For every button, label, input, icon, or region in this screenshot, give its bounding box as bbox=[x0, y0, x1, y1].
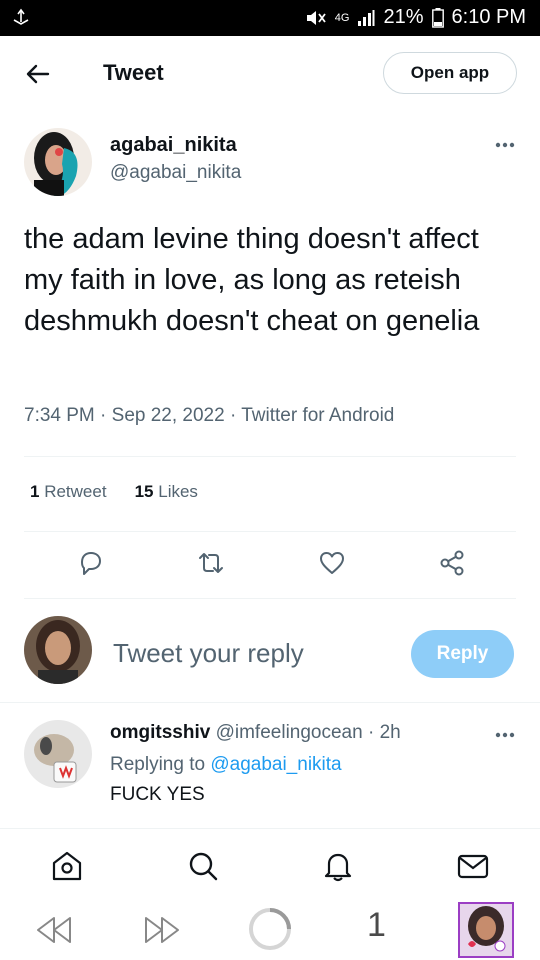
divider bbox=[24, 531, 516, 532]
retweet-label: Retweet bbox=[44, 482, 107, 501]
like-label: Likes bbox=[158, 482, 198, 501]
open-app-button[interactable]: Open app bbox=[383, 52, 517, 94]
replying-to-mention[interactable]: @agabai_nikita bbox=[210, 754, 341, 775]
reply-text: FUCK YES bbox=[110, 784, 205, 805]
reply-icon[interactable] bbox=[76, 548, 106, 578]
tweet-text: the adam levine thing doesn't affect my … bbox=[24, 223, 480, 337]
more-options-icon[interactable] bbox=[494, 730, 516, 740]
signal-icon bbox=[358, 9, 375, 26]
like-count: 15 bbox=[134, 482, 154, 501]
more-options-icon[interactable] bbox=[494, 140, 516, 150]
divider bbox=[24, 598, 516, 599]
battery-percent: 21% bbox=[383, 6, 424, 28]
current-user-avatar[interactable] bbox=[24, 616, 92, 684]
divider bbox=[24, 456, 516, 457]
replying-to: Replying to @agabai_nikita bbox=[110, 754, 342, 776]
home-icon[interactable] bbox=[50, 849, 84, 883]
like-icon[interactable] bbox=[317, 548, 347, 578]
messages-icon[interactable] bbox=[456, 849, 490, 883]
bottom-nav bbox=[0, 828, 540, 899]
reply-author-avatar[interactable] bbox=[24, 720, 92, 788]
network-type: 4G bbox=[334, 11, 350, 24]
page-title: Tweet bbox=[103, 60, 164, 85]
loading-ring-icon bbox=[249, 908, 291, 950]
mute-icon bbox=[306, 10, 326, 25]
status-bar: 4G 21% 6:10 PM bbox=[0, 0, 540, 36]
notifications-icon[interactable] bbox=[321, 849, 355, 883]
search-icon[interactable] bbox=[186, 849, 220, 883]
like-stat[interactable]: 15 Likes bbox=[135, 482, 198, 502]
app-thumbnail[interactable] bbox=[458, 902, 514, 958]
tweet-actions bbox=[0, 548, 540, 588]
rewind-icon[interactable] bbox=[34, 914, 74, 946]
page-number: 1 bbox=[367, 906, 386, 944]
fast-forward-icon[interactable] bbox=[142, 914, 182, 946]
author-avatar[interactable] bbox=[24, 128, 92, 196]
tweet-stats: 1 Retweet 15 Likes bbox=[30, 482, 198, 502]
clock: 6:10 PM bbox=[451, 6, 526, 28]
author-handle[interactable]: @agabai_nikita bbox=[110, 162, 241, 184]
battery-icon bbox=[431, 7, 444, 28]
reply-button[interactable]: Reply bbox=[411, 630, 514, 678]
replying-to-prefix: Replying to bbox=[110, 754, 206, 775]
usb-icon bbox=[13, 8, 29, 25]
reply-input[interactable]: Tweet your reply bbox=[113, 638, 304, 669]
divider bbox=[0, 702, 540, 703]
reply-author-name[interactable]: omgitsshiv bbox=[110, 722, 210, 743]
retweet-count: 1 bbox=[30, 482, 40, 501]
author-name[interactable]: agabai_nikita bbox=[110, 134, 237, 157]
tweet-meta: 7:34 PM · Sep 22, 2022 · Twitter for And… bbox=[24, 405, 395, 426]
retweet-stat[interactable]: 1 Retweet bbox=[30, 482, 107, 502]
share-icon[interactable] bbox=[437, 548, 467, 578]
back-arrow-icon[interactable] bbox=[24, 60, 52, 88]
retweet-icon[interactable] bbox=[196, 548, 226, 578]
reply-header: omgitsshiv @imfeelingocean · 2h bbox=[110, 722, 401, 744]
page-header: Tweet Open app bbox=[0, 36, 540, 112]
reply-age: · 2h bbox=[367, 722, 401, 743]
reply-author-handle[interactable]: @imfeelingocean bbox=[216, 722, 363, 743]
